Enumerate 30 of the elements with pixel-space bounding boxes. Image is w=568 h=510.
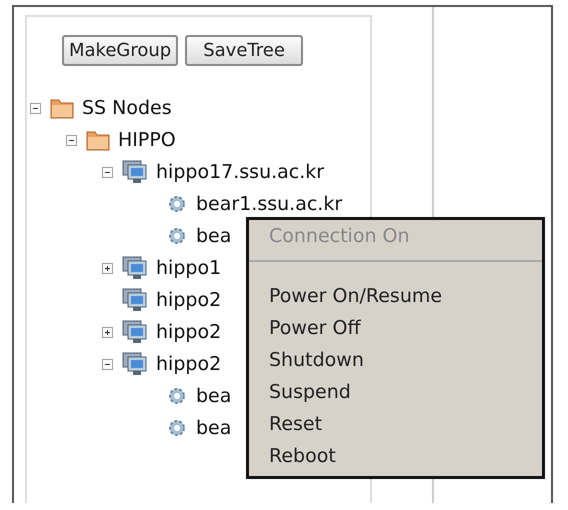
gear-icon [168,419,186,437]
tree-item[interactable]: hippo1 [156,257,222,279]
tree-item[interactable]: hippo2 [156,289,222,311]
menu-item[interactable]: Reset [249,408,542,440]
tree-item[interactable]: hippo2 [156,321,222,343]
gear-icon [168,387,186,405]
tree-item[interactable]: bea [196,385,232,407]
gear-icon [168,195,186,213]
tree-item[interactable]: bea [196,225,232,247]
tree-item[interactable]: bea [196,417,232,439]
toolbar-button[interactable]: SaveTree [185,35,303,66]
tree-item[interactable]: SS Nodes [82,97,172,119]
gear-icon [168,227,186,245]
tree-item[interactable]: HIPPO [118,129,176,151]
folder-icon [86,129,110,151]
menu-item[interactable]: Suspend [249,376,542,408]
menu-item[interactable]: Power Off [249,312,542,344]
tree-item[interactable]: hippo17.ssu.ac.kr [156,161,324,183]
tree-item[interactable]: bear1.ssu.ac.kr [196,193,342,215]
monitor-icon [122,160,148,184]
folder-icon [50,97,74,119]
monitor-icon [122,320,148,344]
tree-item[interactable]: hippo2 [156,353,222,375]
menu-item[interactable]: Shutdown [249,344,542,376]
monitor-icon [122,288,148,312]
monitor-icon [122,352,148,376]
toolbar-button[interactable]: MakeGroup [62,35,178,66]
menu-item[interactable]: Reboot [249,440,542,472]
monitor-icon [122,256,148,280]
menu-item[interactable]: Power On/Resume [249,280,542,312]
